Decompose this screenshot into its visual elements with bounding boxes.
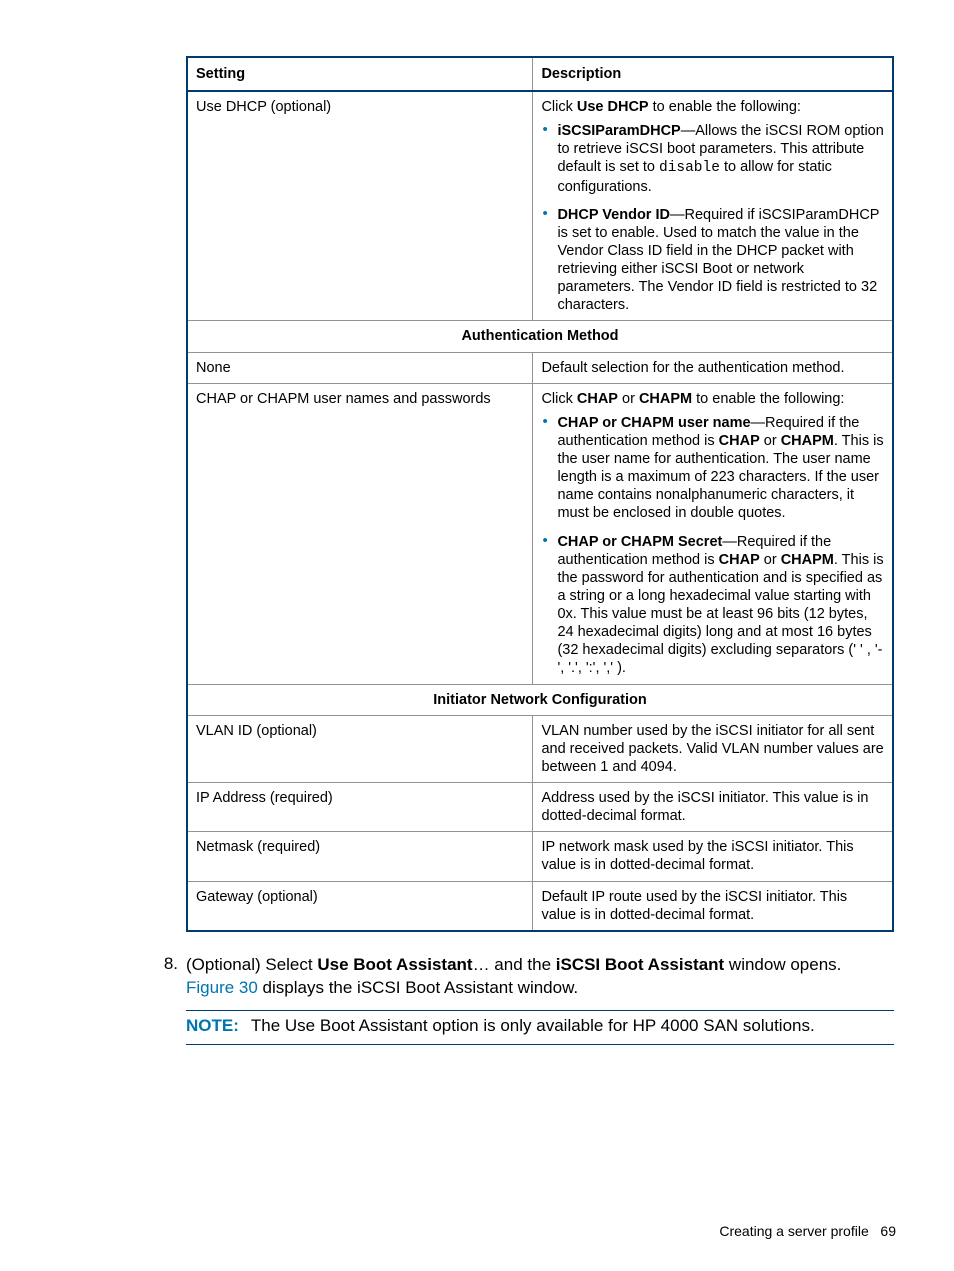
- footer-page-number: 69: [880, 1223, 896, 1239]
- chap-intro-a: Click: [541, 391, 576, 407]
- bullet-dhcp-vendor-id: DHCP Vendor ID—Required if iSCSIParamDHC…: [541, 206, 884, 315]
- bullet-chap-username-chap: CHAP: [719, 433, 760, 449]
- step-8: 8. (Optional) Select Use Boot Assistant……: [134, 954, 894, 1000]
- settings-table: Setting Description Use DHCP (optional) …: [186, 56, 894, 932]
- cell-gateway-setting: Gateway (optional): [187, 881, 533, 931]
- bullet-iscsiparamdhcp-mono: disable: [659, 160, 720, 176]
- cell-netmask-setting: Netmask (required): [187, 832, 533, 881]
- section-auth-method-label: Authentication Method: [187, 321, 893, 352]
- page-footer: Creating a server profile 69: [719, 1223, 896, 1239]
- content-area: Setting Description Use DHCP (optional) …: [186, 56, 894, 1045]
- row-use-dhcp: Use DHCP (optional) Click Use DHCP to en…: [187, 91, 893, 321]
- bullet-chap-secret-chapm: CHAPM: [781, 552, 834, 568]
- bullet-chap-username-chapm: CHAPM: [781, 433, 834, 449]
- chap-bullets: CHAP or CHAPM user name—Required if the …: [541, 414, 884, 678]
- cell-gateway-desc: Default IP route used by the iSCSI initi…: [533, 881, 893, 931]
- step-8-text-d: displays the iSCSI Boot Assistant window…: [258, 978, 578, 997]
- step-8-text-c: window opens.: [724, 955, 841, 974]
- row-ip: IP Address (required) Address used by th…: [187, 783, 893, 832]
- bullet-chap-secret-chap: CHAP: [719, 552, 760, 568]
- row-netmask: Netmask (required) IP network mask used …: [187, 832, 893, 881]
- bullet-iscsiparamdhcp-bold: iSCSIParamDHCP: [557, 123, 680, 139]
- bullet-dhcp-vendor-id-bold: DHCP Vendor ID: [557, 207, 670, 223]
- section-auth-method: Authentication Method: [187, 321, 893, 352]
- bullet-chap-username-bold: CHAP or CHAPM user name: [557, 415, 750, 431]
- bullet-chap-secret-rest: . This is the password for authenticatio…: [557, 552, 883, 677]
- bullet-chap-secret: CHAP or CHAPM Secret—Required if the aut…: [541, 533, 884, 678]
- note-text: The Use Boot Assistant option is only av…: [251, 1016, 815, 1035]
- cell-use-dhcp-desc: Click Use DHCP to enable the following: …: [533, 91, 893, 321]
- cell-ip-setting: IP Address (required): [187, 783, 533, 832]
- header-description: Description: [533, 57, 893, 91]
- row-vlan: VLAN ID (optional) VLAN number used by t…: [187, 715, 893, 782]
- step-8-text-a: (Optional) Select: [186, 955, 317, 974]
- note-label: NOTE:: [186, 1015, 239, 1038]
- section-initiator-network-label: Initiator Network Configuration: [187, 684, 893, 715]
- step-8-body: (Optional) Select Use Boot Assistant… an…: [186, 954, 894, 1000]
- row-chap: CHAP or CHAPM user names and passwords C…: [187, 383, 893, 684]
- cell-vlan-desc: VLAN number used by the iSCSI initiator …: [533, 715, 893, 782]
- cell-use-dhcp-setting: Use DHCP (optional): [187, 91, 533, 321]
- use-dhcp-bullets: iSCSIParamDHCP—Allows the iSCSI ROM opti…: [541, 122, 884, 314]
- step-8-bold1: Use Boot Assistant: [317, 955, 472, 974]
- use-dhcp-intro-pre: Click: [541, 99, 576, 115]
- header-setting: Setting: [187, 57, 533, 91]
- page: Setting Description Use DHCP (optional) …: [0, 0, 954, 1271]
- cell-netmask-desc: IP network mask used by the iSCSI initia…: [533, 832, 893, 881]
- use-dhcp-intro-bold: Use DHCP: [577, 99, 649, 115]
- section-initiator-network: Initiator Network Configuration: [187, 684, 893, 715]
- bullet-chap-username: CHAP or CHAPM user name—Required if the …: [541, 414, 884, 523]
- note-block: NOTE: The Use Boot Assistant option is on…: [186, 1010, 894, 1045]
- bullet-chap-username-or: or: [760, 433, 781, 449]
- table-header-row: Setting Description: [187, 57, 893, 91]
- chap-intro-b1: CHAP: [577, 391, 618, 407]
- row-gateway: Gateway (optional) Default IP route used…: [187, 881, 893, 931]
- row-auth-none: None Default selection for the authentic…: [187, 352, 893, 383]
- use-dhcp-intro-post: to enable the following:: [649, 99, 801, 115]
- chap-intro-c: to enable the following:: [692, 391, 844, 407]
- cell-vlan-setting: VLAN ID (optional): [187, 715, 533, 782]
- chap-intro-mid: or: [618, 391, 639, 407]
- figure-30-link[interactable]: Figure 30: [186, 978, 258, 997]
- cell-chap-desc: Click CHAP or CHAPM to enable the follow…: [533, 383, 893, 684]
- chap-intro-b2: CHAPM: [639, 391, 692, 407]
- step-8-number: 8.: [134, 954, 186, 1000]
- footer-title: Creating a server profile: [719, 1223, 868, 1239]
- bullet-chap-secret-or: or: [760, 552, 781, 568]
- step-8-text-b: … and the: [473, 955, 556, 974]
- cell-auth-none-desc: Default selection for the authentication…: [533, 352, 893, 383]
- step-8-bold2: iSCSI Boot Assistant: [556, 955, 724, 974]
- bullet-iscsiparamdhcp: iSCSIParamDHCP—Allows the iSCSI ROM opti…: [541, 122, 884, 196]
- cell-auth-none-setting: None: [187, 352, 533, 383]
- bullet-chap-secret-bold: CHAP or CHAPM Secret: [557, 534, 722, 550]
- cell-chap-setting: CHAP or CHAPM user names and passwords: [187, 383, 533, 684]
- cell-ip-desc: Address used by the iSCSI initiator. Thi…: [533, 783, 893, 832]
